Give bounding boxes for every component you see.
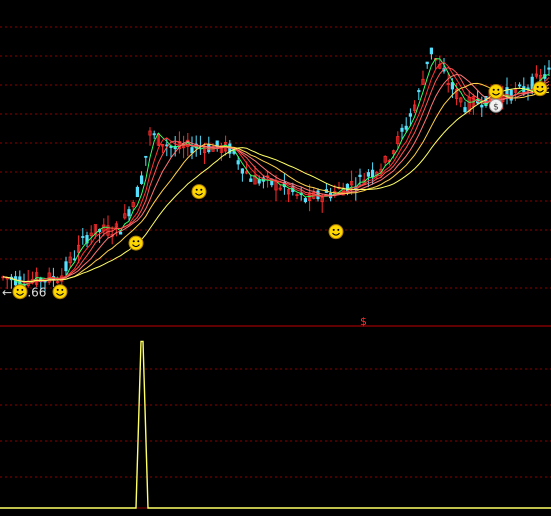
- indicator-panel-grid: [0, 368, 551, 509]
- stock-chart: $ ←61.66$: [0, 0, 551, 516]
- indicator-line: [0, 340, 551, 509]
- candle-body: [144, 155, 148, 158]
- candle-body: [417, 90, 421, 93]
- candle-body: [518, 84, 522, 87]
- candle-body: [480, 104, 484, 108]
- candle-body: [429, 47, 434, 55]
- candle-body: [404, 125, 408, 130]
- candle-body: [236, 160, 240, 165]
- chart-canvas: $ ←61.66$: [0, 26, 551, 509]
- svg-text:$: $: [493, 102, 499, 112]
- candle-body: [152, 133, 156, 136]
- candle-body: [190, 147, 194, 154]
- candle-body: [358, 174, 362, 177]
- smiley-icon: [328, 224, 344, 240]
- candle-body: [425, 61, 429, 65]
- separator-marker: $: [360, 315, 367, 328]
- money-bag-icon: $: [489, 98, 503, 113]
- candle-body: [135, 186, 139, 198]
- candle-body: [303, 198, 308, 203]
- candle-body: [463, 107, 467, 113]
- candle-body: [64, 261, 68, 272]
- candle-body: [139, 175, 144, 184]
- candle-body: [240, 168, 244, 174]
- smiley-icon: [532, 81, 548, 97]
- smiley-icon: [12, 284, 28, 300]
- main-panel-grid: [0, 26, 551, 289]
- smiley-icon: [52, 284, 68, 300]
- smiley-icon: [488, 84, 504, 99]
- candle-body: [408, 113, 413, 117]
- indicator-series: [0, 340, 551, 509]
- candle-body: [450, 82, 455, 90]
- candle-body: [127, 209, 131, 217]
- smiley-icon: [128, 235, 144, 251]
- candle-body: [249, 178, 253, 182]
- candle-body: [400, 127, 404, 132]
- smiley-icon: [191, 184, 207, 200]
- candle-body: [366, 172, 371, 177]
- candle-body: [119, 231, 123, 235]
- moving-average-line: [2, 61, 550, 284]
- candle-body: [547, 67, 551, 70]
- candle-body: [81, 236, 85, 238]
- candle-body: [370, 169, 375, 178]
